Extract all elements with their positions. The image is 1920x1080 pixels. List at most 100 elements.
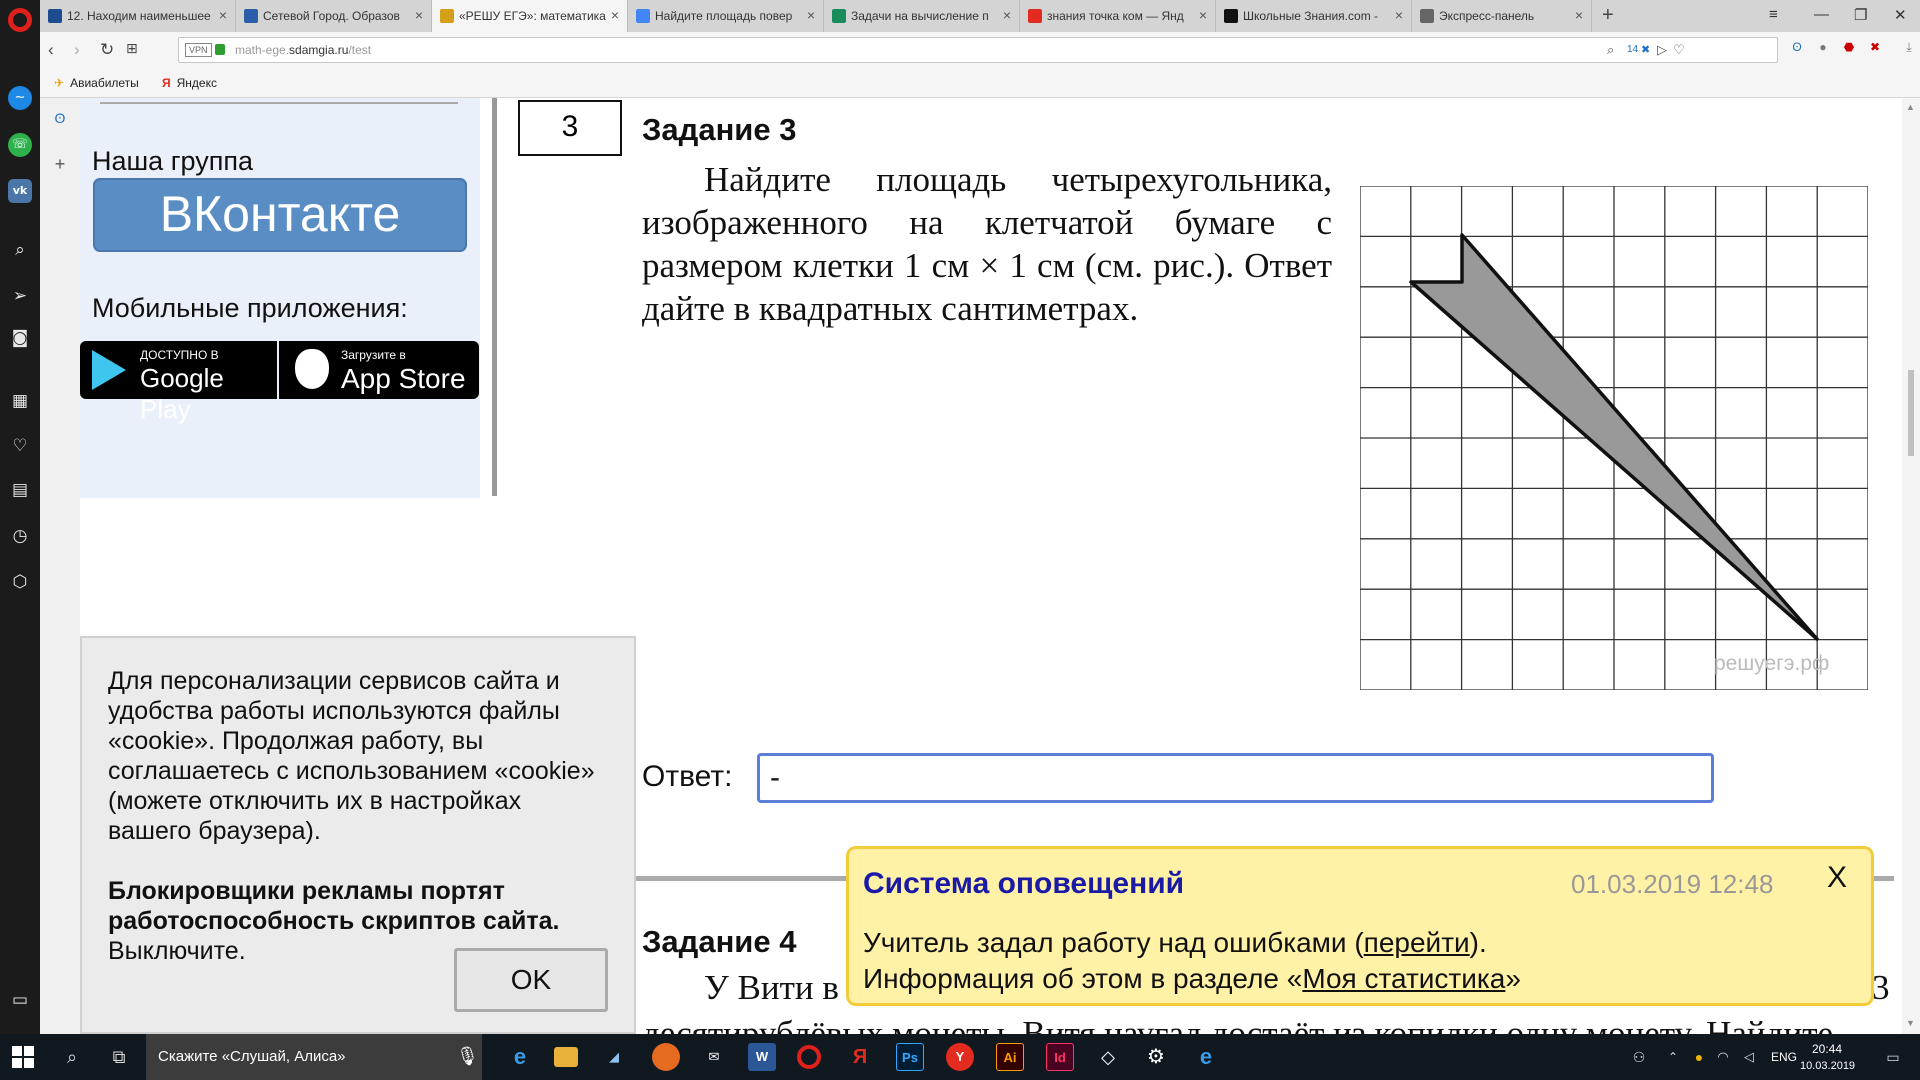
close-icon[interactable]: × — [1395, 7, 1403, 23]
tab[interactable]: Сетевой Город. Образов × — [236, 0, 432, 32]
tab-active[interactable]: «РЕШУ ЕГЭ»: математика × — [432, 0, 628, 32]
whatsapp-icon[interactable]: ☏ — [8, 133, 32, 157]
bookmark-aviabilety[interactable]: ✈ Авиабилеты — [54, 76, 139, 90]
bookmark-yandex[interactable]: Я Яндекс — [162, 76, 217, 90]
windows-start-icon[interactable] — [12, 1046, 34, 1068]
blocker-count[interactable]: 14 — [1627, 44, 1638, 55]
people-icon[interactable]: ⚇ — [1626, 1044, 1652, 1070]
go-to-link[interactable]: перейти — [1364, 927, 1470, 958]
search-page-icon[interactable]: ⌕ — [1607, 42, 1614, 58]
alice-search-box[interactable]: Скажите «Слушай, Алиса» 🎙 — [146, 1034, 482, 1080]
restore-button[interactable]: ❐ — [1854, 6, 1867, 24]
adblock-icon[interactable]: ⬣ — [1840, 40, 1858, 58]
folder-icon[interactable] — [554, 1047, 578, 1067]
notification-close-button[interactable]: X — [1827, 861, 1847, 895]
edge-icon[interactable]: e — [506, 1043, 534, 1071]
cookie-ok-button[interactable]: OK — [454, 948, 608, 1012]
download-icon[interactable]: ⤓ — [1900, 40, 1918, 58]
forward-button[interactable]: › — [74, 40, 80, 60]
speed-dial-button[interactable]: ⊞ — [126, 40, 138, 57]
speed-dial-icon[interactable]: ▦ — [8, 389, 32, 413]
sidebar-toggle-icon[interactable]: ▭ — [8, 988, 32, 1012]
tray-expand-icon[interactable]: ⌃ — [1660, 1044, 1686, 1070]
microphone-icon[interactable]: 🎙 — [456, 1046, 479, 1067]
wifi-icon[interactable]: ◠ — [1710, 1044, 1736, 1070]
url-text[interactable]: math-ege.sdamgia.ru/test — [235, 43, 371, 57]
tray-app-icon[interactable]: ● — [1686, 1044, 1712, 1070]
tab-title: Задачи на вычисление п — [851, 9, 989, 23]
back-button[interactable]: ‹ — [48, 40, 54, 60]
send-icon[interactable]: ➢ — [8, 284, 32, 308]
illustrator-icon[interactable]: Ai — [996, 1043, 1024, 1071]
tab[interactable]: Школьные Знания.com - × — [1216, 0, 1412, 32]
close-icon[interactable]: × — [1003, 7, 1011, 23]
app-store-button[interactable]: Загрузите в App Store — [279, 341, 479, 399]
add-panel-icon[interactable]: + — [50, 154, 70, 175]
tab[interactable]: Экспресс-панель × — [1412, 0, 1592, 32]
search-icon[interactable]: ⌕ — [8, 238, 32, 262]
close-icon[interactable]: × — [611, 7, 619, 23]
reload-button[interactable]: ↻ — [100, 40, 114, 60]
answer-input[interactable] — [757, 753, 1714, 803]
lock-icon[interactable] — [215, 44, 225, 55]
tab[interactable]: знания точка ком — Янд × — [1020, 0, 1216, 32]
page-scrollbar[interactable]: ▲ ▼ — [1902, 98, 1920, 1034]
yandex-icon[interactable]: Y — [946, 1043, 974, 1071]
close-icon[interactable]: × — [1199, 7, 1207, 23]
tab[interactable]: 12. Находим наименьшее × — [40, 0, 236, 32]
search-icon[interactable]: ⌕ — [59, 1044, 85, 1070]
clock-time[interactable]: 20:44 — [1812, 1042, 1842, 1056]
extension-icon[interactable]: ● — [1814, 40, 1832, 58]
internet-explorer-icon[interactable]: e — [1192, 1043, 1220, 1071]
extension-red-icon[interactable]: ✖ — [1866, 40, 1884, 58]
mail-icon[interactable]: ✉ — [700, 1043, 728, 1071]
tab-menu-icon[interactable]: ≡ — [1769, 6, 1778, 23]
settings-icon[interactable]: ⚙ — [1142, 1043, 1170, 1071]
my-statistics-link[interactable]: Моя статистика — [1302, 963, 1505, 994]
task4-title: Задание 4 — [642, 924, 797, 959]
app-icon[interactable]: ◢ — [600, 1043, 628, 1071]
url-field[interactable]: VPN math-ege.sdamgia.ru/test ⌕ 14 ✖ ▷ ♡ — [178, 37, 1778, 63]
close-icon[interactable]: × — [415, 7, 423, 23]
camera-icon[interactable]: ◙ — [8, 326, 32, 350]
task-view-icon[interactable]: ⧉ — [106, 1044, 132, 1070]
close-icon[interactable]: × — [1575, 7, 1583, 23]
opera-taskbar-icon[interactable] — [797, 1045, 821, 1069]
blocker-icon[interactable]: ✖ — [1641, 43, 1650, 56]
bookmark-heart-icon[interactable]: ♡ — [1673, 42, 1685, 58]
scroll-down-icon[interactable]: ▼ — [1906, 1018, 1915, 1028]
google-play-button[interactable]: ДОСТУПНО В Google Play — [80, 341, 277, 424]
notifications-icon[interactable]: ▭ — [1880, 1044, 1906, 1070]
word-icon[interactable]: W — [748, 1043, 776, 1071]
tab-title: Экспресс-панель — [1439, 9, 1535, 23]
history-icon[interactable]: ◷ — [8, 524, 32, 548]
close-icon[interactable]: × — [219, 7, 227, 23]
firefox-icon[interactable] — [652, 1043, 680, 1071]
vk-button[interactable]: ВКонтакте — [93, 178, 467, 252]
translate-panel-icon[interactable]: ʘ — [50, 110, 70, 126]
extensions-icon[interactable]: ⬡ — [8, 570, 32, 594]
code-icon[interactable]: ◇ — [1094, 1043, 1122, 1071]
photoshop-icon[interactable]: Ps — [896, 1043, 924, 1071]
new-tab-button[interactable]: + — [1602, 4, 1614, 27]
tab[interactable]: Задачи на вычисление п × — [824, 0, 1020, 32]
tab[interactable]: Найдите площадь повер × — [628, 0, 824, 32]
messenger-icon[interactable]: ~ — [8, 86, 32, 110]
news-icon[interactable]: ▤ — [8, 478, 32, 502]
scroll-thumb[interactable] — [1908, 370, 1914, 456]
heart-icon[interactable]: ♡ — [8, 434, 32, 458]
snapshot-icon[interactable]: ▷ — [1657, 42, 1667, 58]
volume-icon[interactable]: ◁ — [1736, 1044, 1762, 1070]
vpn-badge[interactable]: VPN — [185, 43, 212, 57]
clock-date[interactable]: 10.03.2019 — [1800, 1060, 1855, 1072]
minimize-button[interactable]: — — [1814, 6, 1829, 23]
language-indicator[interactable]: ENG — [1771, 1050, 1797, 1064]
scroll-up-icon[interactable]: ▲ — [1906, 102, 1915, 112]
opera-logo-icon[interactable] — [8, 8, 32, 32]
close-icon[interactable]: × — [807, 7, 815, 23]
close-window-button[interactable]: ✕ — [1894, 6, 1907, 24]
indesign-icon[interactable]: Id — [1046, 1043, 1074, 1071]
yandex-browser-icon[interactable]: Я — [846, 1043, 874, 1071]
vk-icon[interactable]: vk — [8, 179, 32, 203]
translate-icon[interactable]: ʘ — [1788, 40, 1806, 58]
